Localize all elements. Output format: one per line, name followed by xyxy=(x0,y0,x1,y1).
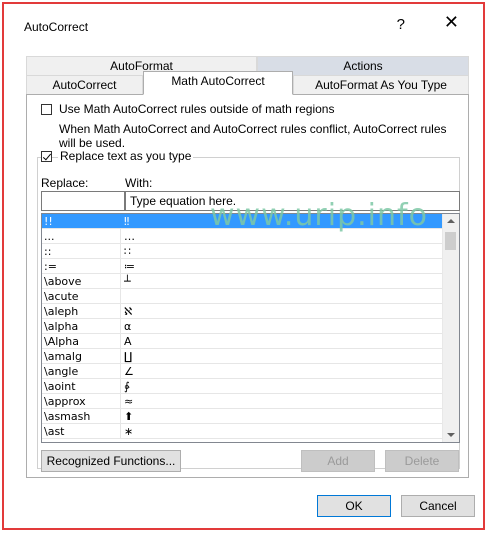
list-item[interactable]: \above ┴ xyxy=(42,274,459,289)
list-item-with: ⬆ xyxy=(124,410,134,423)
list-item[interactable]: \Alpha Α xyxy=(42,334,459,349)
column-divider xyxy=(120,229,121,243)
list-item-replace: \approx xyxy=(44,395,86,408)
column-divider xyxy=(120,304,121,318)
list-item-replace: ... xyxy=(44,230,55,243)
watermark-text: www.urip.info xyxy=(210,198,428,233)
with-column-header: With: xyxy=(125,176,153,190)
recognized-functions-button[interactable]: Recognized Functions... xyxy=(41,450,181,472)
add-button[interactable]: Add xyxy=(301,450,375,472)
help-button[interactable]: ? xyxy=(397,16,405,33)
scroll-thumb[interactable] xyxy=(445,232,456,250)
list-item-replace: \ast xyxy=(44,425,65,438)
column-divider xyxy=(120,244,121,258)
list-item[interactable]: \angle ∠ xyxy=(42,364,459,379)
list-item-with: ∷ xyxy=(124,245,131,258)
cancel-button[interactable]: Cancel xyxy=(401,495,475,517)
list-item[interactable]: \aleph ℵ xyxy=(42,304,459,319)
list-item-replace: !! xyxy=(44,215,53,228)
list-item[interactable]: :: ∷ xyxy=(42,244,459,259)
replace-text-checkbox[interactable] xyxy=(41,151,52,162)
column-divider xyxy=(120,259,121,273)
window-title: AutoCorrect xyxy=(24,20,89,34)
tab-math-autocorrect[interactable]: Math AutoCorrect xyxy=(143,71,293,95)
column-divider xyxy=(120,289,121,303)
column-divider xyxy=(120,334,121,348)
list-item[interactable]: \ast ∗ xyxy=(42,424,459,439)
list-rows: !!‼...…::∷:=≔\above┴\acuté\alephℵ\alpha… xyxy=(42,214,459,439)
list-item-with: ┴ xyxy=(124,275,131,288)
replace-input[interactable] xyxy=(41,191,125,211)
list-item-replace: \above xyxy=(44,275,82,288)
scroll-down-icon[interactable] xyxy=(447,433,455,437)
replace-text-label: Replace text as you type xyxy=(58,149,194,163)
column-divider xyxy=(120,274,121,288)
dialog-frame: AutoCorrect ? ✕ AutoFormat Actions AutoC… xyxy=(2,2,485,530)
list-item-with: ∠ xyxy=(124,365,134,378)
list-item-replace: \angle xyxy=(44,365,79,378)
list-item[interactable]: \alpha α xyxy=(42,319,459,334)
tab-autocorrect[interactable]: AutoCorrect xyxy=(26,75,143,94)
list-item-with: ≔ xyxy=(124,260,135,273)
dialog-body: AutoFormat Actions AutoCorrect Math Auto… xyxy=(10,50,489,534)
delete-button[interactable]: Delete xyxy=(385,450,459,472)
column-divider xyxy=(120,394,121,408)
column-divider xyxy=(120,319,121,333)
list-item-with: ℵ xyxy=(124,305,133,318)
column-divider xyxy=(120,349,121,363)
list-item-replace: \aoint xyxy=(44,380,76,393)
autocorrect-list[interactable]: !!‼...…::∷:=≔\above┴\acuté\alephℵ\alpha… xyxy=(41,213,460,443)
math-autocorrect-panel: Use Math AutoCorrect rules outside of ma… xyxy=(26,94,469,478)
tab-autoformat-as-you-type[interactable]: AutoFormat As You Type xyxy=(293,75,469,94)
close-button[interactable]: ✕ xyxy=(444,12,459,33)
use-outside-math-label: Use Math AutoCorrect rules outside of ma… xyxy=(59,102,335,116)
list-item[interactable]: := ≔ xyxy=(42,259,459,274)
column-divider xyxy=(120,424,121,438)
scroll-up-icon[interactable] xyxy=(447,219,455,223)
list-item[interactable]: \amalg ∐ xyxy=(42,349,459,364)
list-item-with: ∐ xyxy=(124,350,133,363)
column-divider xyxy=(120,379,121,393)
list-item-replace: :: xyxy=(44,245,52,258)
use-outside-math-checkbox[interactable] xyxy=(41,104,52,115)
list-item-with: ∳ xyxy=(124,380,130,393)
column-divider xyxy=(120,214,121,228)
list-item-with: α xyxy=(124,320,132,333)
column-divider xyxy=(120,409,121,423)
replace-column-header: Replace: xyxy=(41,176,89,190)
list-item[interactable]: \aoint ∳ xyxy=(42,379,459,394)
list-item-replace: \aleph xyxy=(44,305,79,318)
list-item-with: ≈ xyxy=(124,395,134,408)
list-item[interactable]: \approx ≈ xyxy=(42,394,459,409)
column-divider xyxy=(120,364,121,378)
list-item-with: Α xyxy=(124,335,132,348)
list-item-replace: \asmash xyxy=(44,410,91,423)
list-item-replace: \amalg xyxy=(44,350,82,363)
list-item-replace: \alpha xyxy=(44,320,79,333)
ok-button[interactable]: OK xyxy=(317,495,391,517)
list-item-with: ́ xyxy=(124,289,444,304)
tab-row-2: AutoCorrect Math AutoCorrect AutoFormat … xyxy=(26,71,469,95)
title-bar: AutoCorrect ? ✕ xyxy=(10,12,477,42)
list-scrollbar[interactable] xyxy=(442,214,459,442)
list-item[interactable]: \asmash ⬆ xyxy=(42,409,459,424)
list-item-replace: \acute xyxy=(44,290,79,303)
list-item[interactable]: \acuté xyxy=(42,289,459,304)
list-item-replace: \Alpha xyxy=(44,335,79,348)
list-item-replace: := xyxy=(44,260,57,273)
conflict-note: When Math AutoCorrect and AutoCorrect ru… xyxy=(59,122,447,150)
list-item-with: ∗ xyxy=(124,425,134,438)
